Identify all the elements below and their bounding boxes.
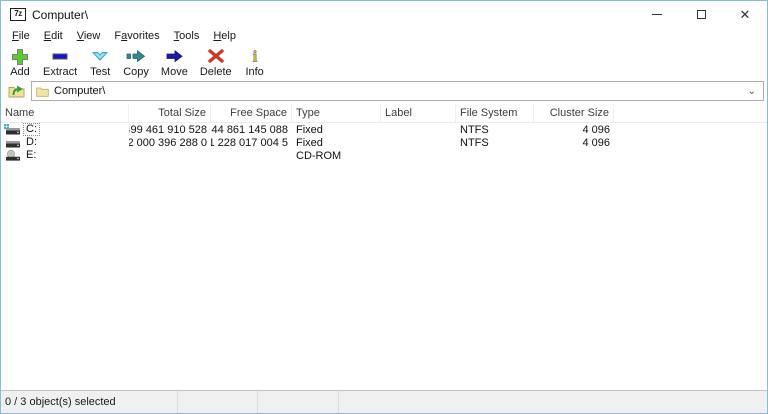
cluster-size-value	[534, 149, 614, 162]
status-panel-2	[178, 391, 258, 413]
menu-item-edit[interactable]: Edit	[37, 30, 70, 42]
label-value	[381, 123, 456, 136]
parent-folder-icon	[8, 83, 25, 99]
list-empty-area	[1, 162, 767, 390]
7zip-file-manager-window: 7z Computer\ ✕ FileEditViewFavoritesTool…	[0, 0, 768, 414]
drive-name: E:	[23, 149, 39, 162]
status-panel-3	[258, 391, 339, 413]
delete-x-icon	[205, 47, 227, 65]
type-value: CD-ROM	[292, 149, 381, 162]
total-size-value: 499 461 910 528	[129, 123, 211, 136]
add-button[interactable]: Add	[3, 46, 37, 79]
cluster-size-value: 4 096	[534, 123, 614, 136]
test-check-icon	[89, 47, 111, 65]
free-space-value	[211, 149, 292, 162]
label-value	[381, 136, 456, 149]
add-plus-icon	[9, 47, 31, 65]
hard-drive-icon	[4, 137, 21, 149]
move-arrow-icon	[163, 47, 185, 65]
hard-drive-system-icon	[4, 124, 21, 136]
column-header-type[interactable]: Type	[292, 104, 381, 122]
close-button[interactable]: ✕	[723, 1, 767, 28]
menu-item-file[interactable]: File	[5, 30, 37, 42]
window-title: Computer\	[32, 8, 88, 22]
extract-minus-icon	[49, 47, 71, 65]
table-row-drive-d[interactable]: D: 2 000 396 288 0 1 228 017 004 5 Fixed…	[1, 136, 767, 149]
menu-item-help[interactable]: Help	[206, 30, 243, 42]
title-bar: 7z Computer\ ✕	[1, 1, 767, 28]
type-value: Fixed	[292, 123, 381, 136]
menu-item-favorites[interactable]: Favorites	[107, 30, 166, 42]
cd-rom-drive-icon	[4, 150, 21, 162]
maximize-icon	[697, 10, 706, 19]
copy-arrow-icon	[125, 47, 147, 65]
info-button[interactable]: i Info	[238, 46, 272, 79]
type-value: Fixed	[292, 136, 381, 149]
column-header-name[interactable]: Name	[1, 104, 129, 122]
status-selection: 0 / 3 object(s) selected	[1, 391, 178, 413]
chevron-down-icon[interactable]: ⌄	[748, 86, 759, 97]
address-value: Computer\	[54, 85, 105, 97]
column-header-free-space[interactable]: Free Space	[211, 104, 292, 122]
extract-button[interactable]: Extract	[37, 46, 83, 79]
column-header-total-size[interactable]: Total Size	[129, 104, 211, 122]
minimize-button[interactable]	[635, 1, 679, 28]
move-button[interactable]: Move	[155, 46, 194, 79]
menu-item-view[interactable]: View	[70, 30, 108, 42]
column-header-file-system[interactable]: File System	[456, 104, 534, 122]
column-header-cluster-size[interactable]: Cluster Size	[534, 104, 614, 122]
address-combobox[interactable]: Computer\ ⌄	[31, 81, 764, 101]
menu-bar: FileEditViewFavoritesToolsHelp	[1, 28, 767, 43]
table-row-drive-e[interactable]: E: CD-ROM	[1, 149, 767, 162]
list-header: Name Total Size Free Space Type Label Fi…	[1, 104, 767, 123]
status-panel-4	[339, 391, 767, 413]
menu-item-tools[interactable]: Tools	[167, 30, 207, 42]
label-value	[381, 149, 456, 162]
7zip-app-icon: 7z	[10, 8, 26, 21]
folder-icon	[36, 86, 49, 97]
delete-button[interactable]: Delete	[194, 46, 238, 79]
file-system-value	[456, 149, 534, 162]
test-button[interactable]: Test	[83, 46, 117, 79]
file-system-value: NTFS	[456, 136, 534, 149]
address-bar: Computer\ ⌄	[1, 80, 767, 104]
status-bar: 0 / 3 object(s) selected	[1, 390, 767, 413]
cluster-size-value: 4 096	[534, 136, 614, 149]
column-header-label[interactable]: Label	[381, 104, 456, 122]
info-icon: i	[244, 47, 266, 65]
drive-name: D:	[23, 136, 40, 149]
total-size-value: 2 000 396 288 0	[129, 136, 211, 149]
drive-name: C:	[23, 123, 40, 136]
table-row-drive-c[interactable]: C: 499 461 910 528 444 861 145 088 Fixed…	[1, 123, 767, 136]
toolbar: Add Extract Test Copy Move	[1, 43, 767, 80]
column-header-spacer	[614, 104, 767, 122]
drive-list: Name Total Size Free Space Type Label Fi…	[1, 104, 767, 390]
close-icon: ✕	[740, 8, 751, 21]
file-system-value: NTFS	[456, 123, 534, 136]
svg-text:i: i	[252, 49, 257, 66]
free-space-value: 444 861 145 088	[211, 123, 292, 136]
parent-folder-button[interactable]	[4, 81, 28, 101]
copy-button[interactable]: Copy	[117, 46, 155, 79]
total-size-value	[129, 149, 211, 162]
minimize-icon	[652, 14, 662, 15]
maximize-button[interactable]	[679, 1, 723, 28]
free-space-value: 1 228 017 004 5	[211, 136, 292, 149]
